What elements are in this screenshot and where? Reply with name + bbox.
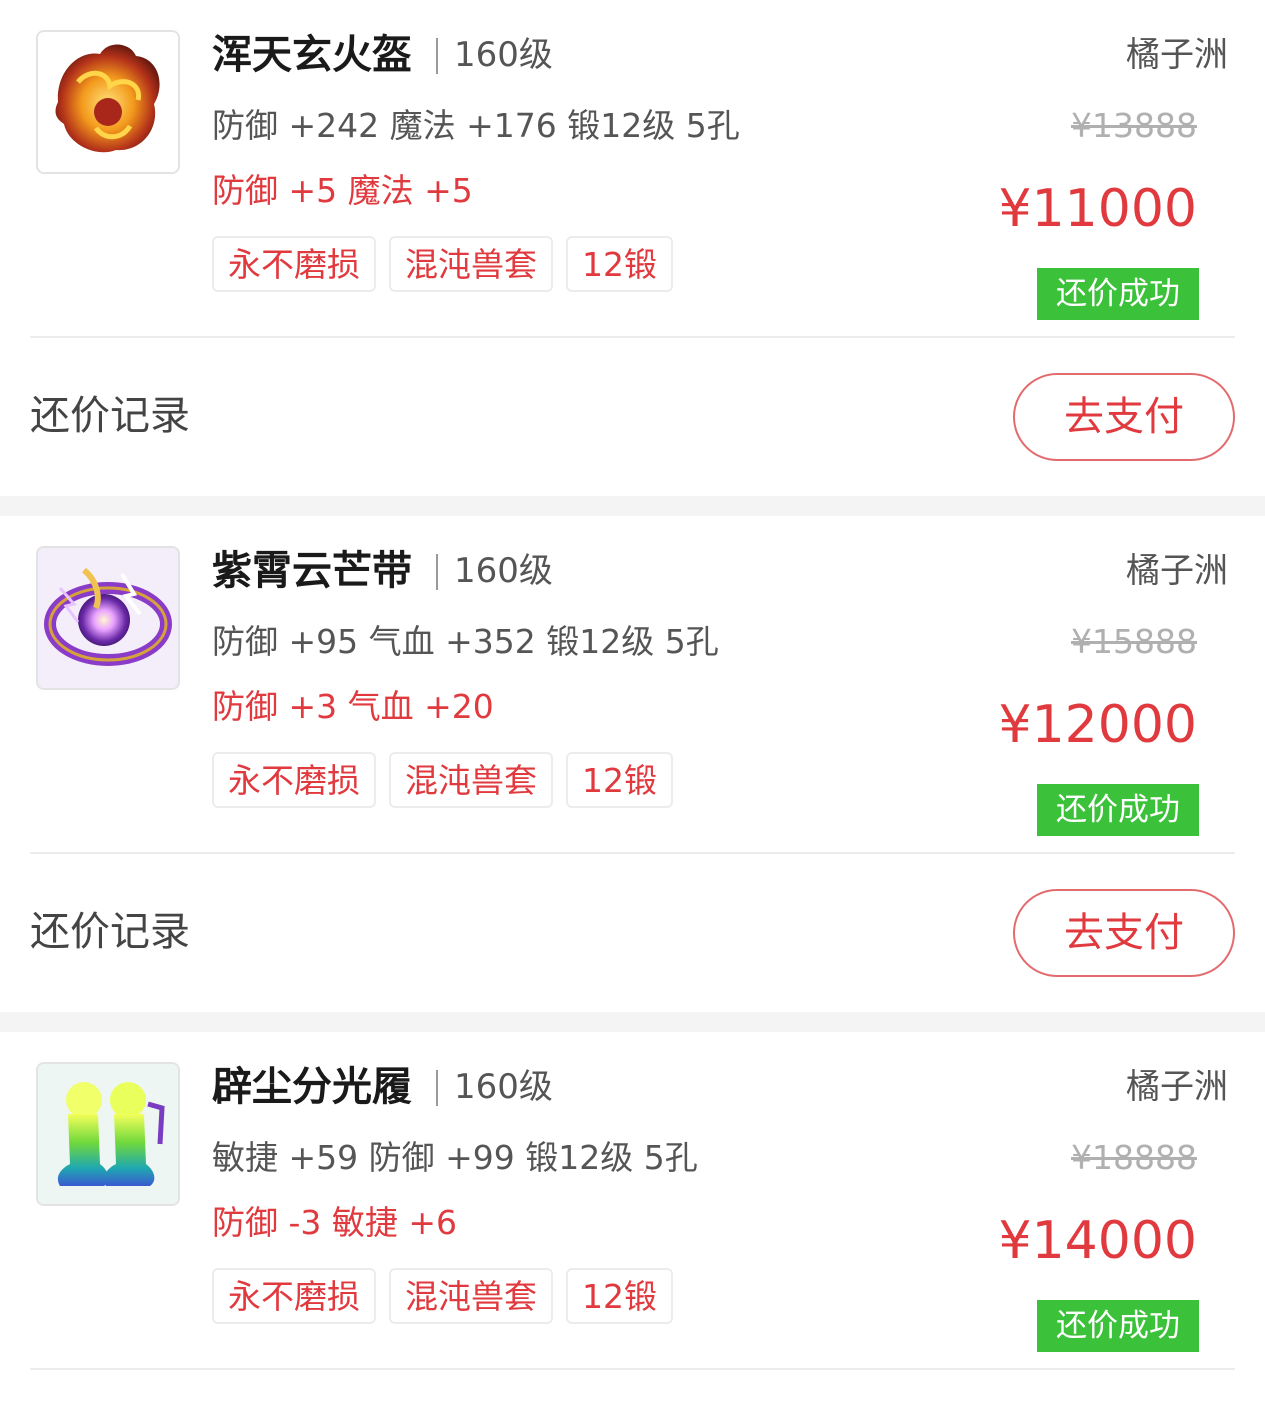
item-row[interactable]: 辟尘分光履 160级 橘子洲 敏捷 +59 防御 +99 锻12级 5孔 防御 … (0, 1032, 1265, 1368)
item-stats: 防御 +95 气血 +352 锻12级 5孔 (212, 622, 719, 661)
status-badge: 还价成功 (1037, 784, 1199, 836)
tag: 永不磨损 (212, 236, 376, 292)
tag: 12锻 (566, 236, 673, 292)
card-actions: 还价记录 去支付 (0, 338, 1265, 496)
divider (436, 554, 438, 590)
divider (30, 1368, 1235, 1370)
item-name: 辟尘分光履 (212, 1064, 412, 1110)
original-price: ¥15888 (1071, 622, 1197, 661)
item-level: 160级 (454, 551, 553, 591)
item-name: 浑天玄火盔 (212, 32, 412, 78)
server-name: 橘子洲 (1126, 1067, 1228, 1107)
deal-price: ¥12000 (998, 695, 1197, 755)
tag: 12锻 (566, 752, 673, 808)
card-actions: 还价记录 去支付 (0, 854, 1265, 1012)
tag: 12锻 (566, 1268, 673, 1324)
server-name: 橘子洲 (1126, 551, 1228, 591)
original-price: ¥18888 (1071, 1138, 1197, 1177)
tag-list: 永不磨损 混沌兽套 12锻 (212, 1268, 673, 1324)
boots-icon (36, 1062, 180, 1206)
pay-button[interactable]: 去支付 (1013, 889, 1235, 977)
order-card: 辟尘分光履 160级 橘子洲 敏捷 +59 防御 +99 锻12级 5孔 防御 … (0, 1032, 1265, 1415)
item-name: 紫霄云芒带 (212, 548, 412, 594)
item-stats: 敏捷 +59 防御 +99 锻12级 5孔 (212, 1138, 698, 1177)
server-name: 橘子洲 (1126, 35, 1228, 75)
item-level: 160级 (454, 1067, 553, 1107)
item-bonus: 防御 -3 敏捷 +6 (212, 1203, 458, 1242)
tag: 混沌兽套 (389, 1268, 553, 1324)
divider (436, 1070, 438, 1106)
status-badge: 还价成功 (1037, 1300, 1199, 1352)
item-bonus: 防御 +3 气血 +20 (212, 687, 494, 726)
item-stats: 防御 +242 魔法 +176 锻12级 5孔 (212, 106, 740, 145)
tag-list: 永不磨损 混沌兽套 12锻 (212, 236, 673, 292)
original-price: ¥13888 (1071, 106, 1197, 145)
bargain-record-link[interactable]: 还价记录 (30, 390, 190, 442)
helmet-icon (36, 30, 180, 174)
tag: 混沌兽套 (389, 236, 553, 292)
belt-icon (36, 546, 180, 690)
order-card: 紫霄云芒带 160级 橘子洲 防御 +95 气血 +352 锻12级 5孔 防御… (0, 516, 1265, 1012)
status-badge: 还价成功 (1037, 268, 1199, 320)
bargain-record-link[interactable]: 还价记录 (30, 906, 190, 958)
item-row[interactable]: 浑天玄火盔 160级 橘子洲 防御 +242 魔法 +176 锻12级 5孔 防… (0, 0, 1265, 336)
deal-price: ¥14000 (998, 1211, 1197, 1271)
tag-list: 永不磨损 混沌兽套 12锻 (212, 752, 673, 808)
tag: 永不磨损 (212, 1268, 376, 1324)
item-level: 160级 (454, 35, 553, 75)
deal-price: ¥11000 (998, 179, 1197, 239)
tag: 混沌兽套 (389, 752, 553, 808)
pay-button[interactable]: 去支付 (1013, 373, 1235, 461)
divider (436, 38, 438, 74)
item-bonus: 防御 +5 魔法 +5 (212, 171, 473, 210)
item-row[interactable]: 紫霄云芒带 160级 橘子洲 防御 +95 气血 +352 锻12级 5孔 防御… (0, 516, 1265, 852)
tag: 永不磨损 (212, 752, 376, 808)
order-card: 浑天玄火盔 160级 橘子洲 防御 +242 魔法 +176 锻12级 5孔 防… (0, 0, 1265, 496)
